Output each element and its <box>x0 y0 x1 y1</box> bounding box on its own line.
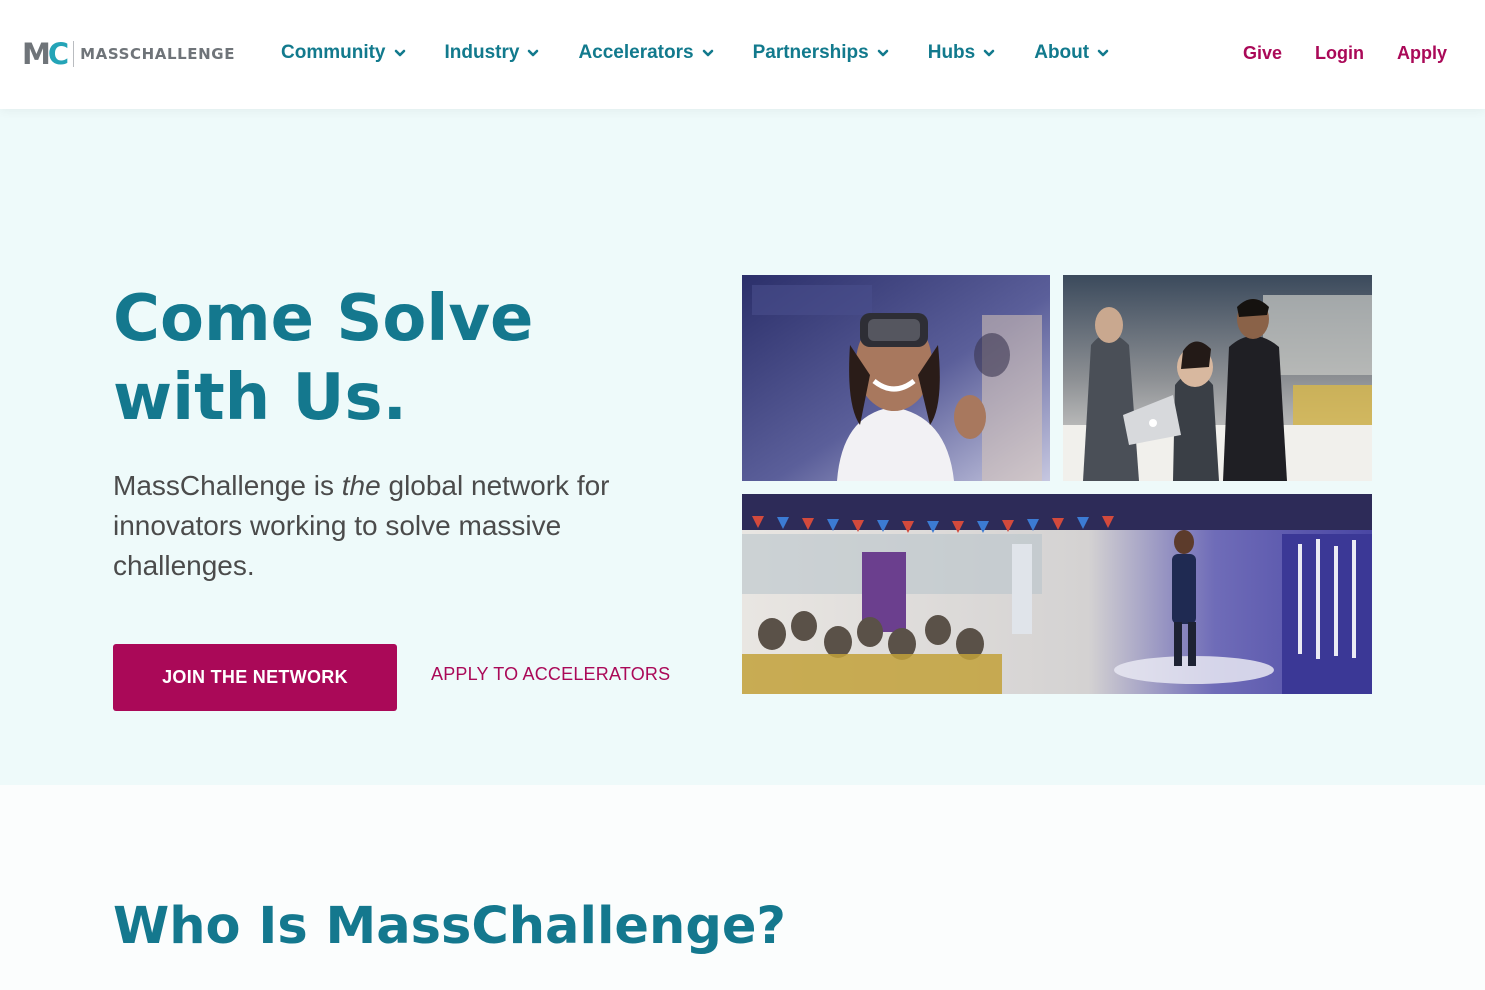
chevron-down-icon <box>525 45 541 61</box>
chevron-down-icon <box>392 45 408 61</box>
photo-stage-presentation <box>742 494 1372 694</box>
hero-title: Come Solve with Us. <box>113 280 673 438</box>
nav-item-accelerators[interactable]: Accelerators <box>578 40 715 66</box>
nav-item-label: Community <box>281 42 386 63</box>
chevron-down-icon <box>981 45 997 61</box>
nav-item-industry[interactable]: Industry <box>445 40 542 66</box>
nav-item-hubs[interactable]: Hubs <box>928 40 998 66</box>
nav-item-about[interactable]: About <box>1034 40 1111 66</box>
nav-item-community[interactable]: Community <box>281 40 408 66</box>
photo-vr-headset <box>742 275 1050 481</box>
about-section: Who Is MassChallenge? <box>0 785 1485 990</box>
logo-divider <box>73 41 75 67</box>
logo-mark: MC <box>22 37 69 71</box>
login-link[interactable]: Login <box>1315 43 1364 64</box>
nav-item-label: Hubs <box>927 42 976 63</box>
nav-item-partnerships[interactable]: Partnerships <box>753 40 891 66</box>
hero-photo-collage <box>742 275 1372 694</box>
give-link[interactable]: Give <box>1243 43 1282 64</box>
apply-link[interactable]: Apply <box>1397 43 1447 64</box>
hero-subtitle-text: MassChallenge is <box>113 470 342 501</box>
apply-accelerators-link[interactable]: APPLY TO ACCELERATORS <box>431 664 670 685</box>
nav-item-label: Accelerators <box>578 42 694 63</box>
site-header: MC MASSCHALLENGE Community Industry Acce… <box>0 0 1485 109</box>
chevron-down-icon <box>875 45 891 61</box>
hero-subtitle-emphasis: the <box>341 470 381 501</box>
join-network-button[interactable]: JOIN THE NETWORK <box>113 644 397 711</box>
masschallenge-logo[interactable]: MC MASSCHALLENGE <box>22 37 236 71</box>
about-heading: Who Is MassChallenge? <box>113 897 787 956</box>
chevron-down-icon <box>1095 45 1111 61</box>
nav-item-label: Partnerships <box>752 42 869 63</box>
nav-item-label: Industry <box>444 42 520 63</box>
logo-mark-m: M <box>22 37 51 71</box>
hero-title-line1: Come Solve <box>113 282 534 356</box>
main-nav: Community Industry Accelerators Partners… <box>281 40 1111 66</box>
photo-laptop-demo <box>1063 275 1372 481</box>
utility-nav: Give Login Apply <box>1243 43 1447 64</box>
hero-subtitle: MassChallenge is the global network for … <box>113 466 653 586</box>
nav-item-label: About <box>1034 42 1090 63</box>
hero-section: Come Solve with Us. MassChallenge is the… <box>0 109 1485 785</box>
hero-title-line2: with Us. <box>113 361 407 435</box>
logo-text: MASSCHALLENGE <box>80 45 236 63</box>
chevron-down-icon <box>700 45 716 61</box>
logo-mark-c: C <box>47 37 69 71</box>
